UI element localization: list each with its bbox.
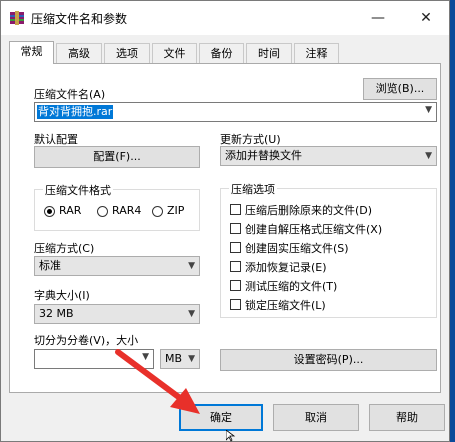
radio-zip[interactable]	[152, 206, 163, 217]
chevron-down-icon: ▼	[188, 261, 195, 271]
option-sfx-label: 创建自解压格式压缩文件(X)	[245, 223, 383, 236]
profile-button[interactable]: 配置(F)...	[34, 146, 200, 168]
split-unit-value: MB	[165, 352, 183, 365]
update-mode-select[interactable]: 添加并替换文件 ▼	[220, 146, 437, 166]
method-value: 标准	[39, 259, 61, 272]
dialog-window: 压缩文件名和参数 — ✕ 常规 高级 选项 文件 备份 时间 注释 压缩文件名(…	[0, 0, 450, 442]
tab-comment[interactable]: 注释	[294, 43, 339, 63]
format-group-title: 压缩文件格式	[43, 182, 113, 198]
chevron-down-icon: ▼	[188, 309, 195, 319]
window-title: 压缩文件名和参数	[31, 12, 128, 26]
checkbox-recovery[interactable]	[230, 261, 241, 272]
cancel-button[interactable]: 取消	[273, 404, 359, 431]
general-panel: 压缩文件名(A) 浏览(B)... 背对背拥抱.rar ▼ 默认配置 配置(F)…	[9, 63, 441, 393]
help-button[interactable]: 帮助	[369, 404, 445, 431]
radio-zip-label: ZIP	[167, 204, 185, 217]
radio-rar4-label: RAR4	[112, 204, 142, 217]
chevron-down-icon: ▼	[188, 354, 195, 364]
dictionary-value: 32 MB	[39, 307, 74, 320]
tab-advanced[interactable]: 高级	[56, 43, 102, 63]
tab-backup[interactable]: 备份	[199, 43, 244, 63]
option-recovery-label: 添加恢复记录(E)	[245, 261, 327, 274]
method-label: 压缩方式(C)	[34, 242, 95, 255]
option-solid-label: 创建固实压缩文件(S)	[245, 242, 349, 255]
archive-name-value: 背对背拥抱.rar	[37, 105, 114, 119]
checkbox-sfx[interactable]	[230, 223, 241, 234]
options-groupbox: 压缩选项 压缩后删除原来的文件(D) 创建自解压格式压缩文件(X) 创建固实压缩…	[220, 181, 437, 318]
browse-button[interactable]: 浏览(B)...	[363, 78, 437, 100]
split-size-input[interactable]: ▼	[34, 349, 154, 369]
checkbox-delete-after[interactable]	[230, 204, 241, 215]
method-select[interactable]: 标准 ▼	[34, 256, 200, 276]
chevron-down-icon: ▼	[142, 352, 149, 362]
chevron-down-icon: ▼	[425, 105, 432, 115]
checkbox-solid[interactable]	[230, 242, 241, 253]
dictionary-select[interactable]: 32 MB ▼	[34, 304, 200, 324]
tab-options[interactable]: 选项	[104, 43, 150, 63]
split-unit-select[interactable]: MB ▼	[160, 349, 200, 369]
dictionary-label: 字典大小(I)	[34, 289, 90, 302]
tab-files[interactable]: 文件	[152, 43, 197, 63]
update-mode-label: 更新方式(U)	[220, 133, 281, 146]
set-password-button[interactable]: 设置密码(P)...	[220, 349, 437, 371]
mouse-cursor-icon	[226, 430, 236, 442]
ok-button[interactable]: 确定	[179, 404, 263, 431]
archive-name-combo[interactable]: 背对背拥抱.rar ▼	[34, 102, 437, 122]
close-button[interactable]: ✕	[403, 1, 449, 35]
radio-rar4[interactable]	[97, 206, 108, 217]
minimize-button[interactable]: —	[355, 1, 401, 35]
radio-rar[interactable]	[44, 206, 55, 217]
checkbox-lock[interactable]	[230, 299, 241, 310]
option-delete-after-label: 压缩后删除原来的文件(D)	[245, 204, 373, 217]
title-bar: 压缩文件名和参数 — ✕	[1, 1, 449, 35]
options-group-title: 压缩选项	[229, 181, 277, 197]
format-groupbox: 压缩文件格式 RAR RAR4 ZIP	[34, 182, 200, 231]
option-lock-label: 锁定压缩文件(L)	[245, 299, 326, 312]
radio-rar-label: RAR	[59, 204, 82, 217]
close-icon: ✕	[420, 10, 432, 26]
winrar-app-icon	[10, 11, 24, 25]
option-test-label: 测试压缩的文件(T)	[245, 280, 338, 293]
tab-time[interactable]: 时间	[246, 43, 292, 63]
split-label: 切分为分卷(V)，大小	[34, 334, 139, 347]
tab-general[interactable]: 常规	[9, 41, 54, 64]
archive-name-label: 压缩文件名(A)	[34, 88, 106, 101]
update-mode-value: 添加并替换文件	[225, 149, 302, 162]
checkbox-test[interactable]	[230, 280, 241, 291]
chevron-down-icon: ▼	[425, 151, 432, 161]
minimize-icon: —	[371, 10, 385, 26]
default-profile-label: 默认配置	[34, 133, 78, 146]
